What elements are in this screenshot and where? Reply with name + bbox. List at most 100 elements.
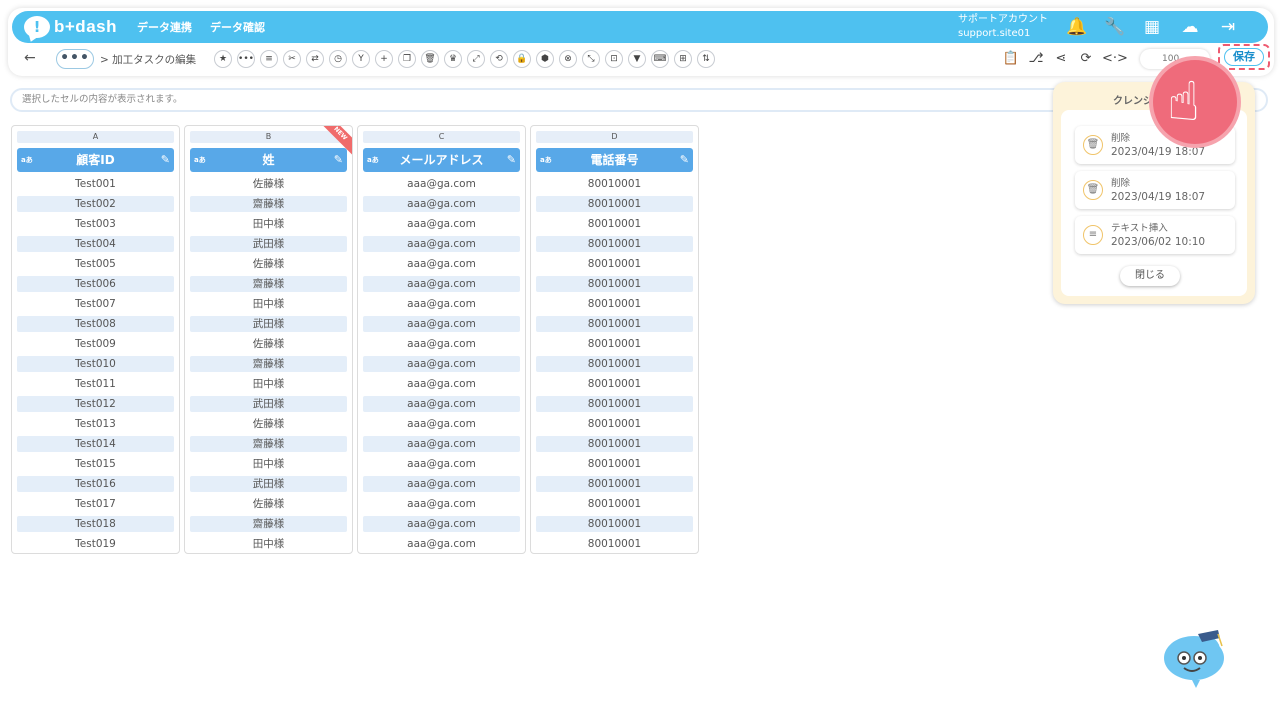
back-arrow-icon[interactable]: ← [24, 50, 36, 66]
tool-icon[interactable]: ⊡ [605, 50, 623, 68]
table-cell[interactable]: 齋藤様 [190, 436, 347, 452]
close-button[interactable]: 閉じる [1120, 266, 1180, 286]
table-cell[interactable]: 80010001 [536, 294, 693, 314]
edit-pencil-icon[interactable]: ✎ [161, 148, 170, 172]
table-cell[interactable]: 田中様 [190, 454, 347, 474]
table-cell[interactable]: Test011 [17, 374, 174, 394]
table-cell[interactable]: 80010001 [536, 254, 693, 274]
table-cell[interactable]: 80010001 [536, 454, 693, 474]
table-cell[interactable]: 80010001 [536, 356, 693, 372]
table-cell[interactable]: 80010001 [536, 436, 693, 452]
table-cell[interactable]: aaa@ga.com [363, 476, 520, 492]
tool-icon[interactable]: 🔒 [513, 50, 531, 68]
table-cell[interactable]: aaa@ga.com [363, 214, 520, 234]
tool-icon[interactable]: + [375, 50, 393, 68]
table-cell[interactable]: Test013 [17, 414, 174, 434]
table-cell[interactable]: aaa@ga.com [363, 454, 520, 474]
edit-pencil-icon[interactable]: ✎ [334, 148, 343, 172]
table-cell[interactable]: 80010001 [536, 276, 693, 292]
table-cell[interactable]: Test018 [17, 516, 174, 532]
table-cell[interactable]: aaa@ga.com [363, 414, 520, 434]
table-cell[interactable]: aaa@ga.com [363, 396, 520, 412]
table-cell[interactable]: Test004 [17, 236, 174, 252]
logout-icon[interactable]: ⇥ [1218, 17, 1238, 37]
table-cell[interactable]: Test002 [17, 196, 174, 212]
table-cell[interactable]: aaa@ga.com [363, 334, 520, 354]
chat-icon[interactable]: ☁ [1180, 17, 1200, 37]
column-header[interactable]: aあ 姓 ✎ [190, 148, 347, 172]
table-cell[interactable]: aaa@ga.com [363, 494, 520, 514]
tool-icon[interactable]: ⬢ [536, 50, 554, 68]
table-cell[interactable]: aaa@ga.com [363, 534, 520, 553]
wrench-icon[interactable]: 🔧 [1104, 17, 1125, 37]
table-cell[interactable]: 80010001 [536, 316, 693, 332]
tool-icon[interactable]: ⌨ [651, 50, 669, 68]
table-cell[interactable]: 佐藤様 [190, 494, 347, 514]
edit-pencil-icon[interactable]: ✎ [507, 148, 516, 172]
tool-icon[interactable]: ⊞ [674, 50, 692, 68]
table-cell[interactable]: aaa@ga.com [363, 294, 520, 314]
save-button[interactable]: 保存 [1224, 48, 1264, 66]
tool-icon[interactable]: ≡ [260, 50, 278, 68]
table-cell[interactable]: 武田様 [190, 396, 347, 412]
table-cell[interactable]: aaa@ga.com [363, 316, 520, 332]
table-cell[interactable]: 佐藤様 [190, 254, 347, 274]
account-info[interactable]: サポートアカウント support.site01 [958, 13, 1048, 41]
table-cell[interactable]: 田中様 [190, 374, 347, 394]
table-cell[interactable]: 80010001 [536, 214, 693, 234]
table-cell[interactable]: Test009 [17, 334, 174, 354]
table-cell[interactable]: Test008 [17, 316, 174, 332]
tool-icon[interactable]: ⤢ [467, 50, 485, 68]
column-header[interactable]: aあ 顧客ID ✎ [17, 148, 174, 172]
column-header[interactable]: aあ メールアドレス ✎ [363, 148, 520, 172]
table-cell[interactable]: 80010001 [536, 414, 693, 434]
table-cell[interactable]: Test003 [17, 214, 174, 234]
logo[interactable]: ! b+dash [24, 15, 117, 39]
table-cell[interactable]: aaa@ga.com [363, 236, 520, 252]
table-cell[interactable]: Test017 [17, 494, 174, 514]
table-cell[interactable]: 齋藤様 [190, 276, 347, 292]
table-cell[interactable]: Test012 [17, 396, 174, 412]
tool-icon[interactable]: 🗑 [421, 50, 439, 68]
table-cell[interactable]: Test016 [17, 476, 174, 492]
table-cell[interactable]: 80010001 [536, 174, 693, 194]
table-cell[interactable]: 80010001 [536, 396, 693, 412]
tool-icon[interactable]: Y [352, 50, 370, 68]
tool-icon[interactable]: ⟲ [490, 50, 508, 68]
tool-icon[interactable]: ✂ [283, 50, 301, 68]
tool-icon[interactable]: ⇄ [306, 50, 324, 68]
tool-icon[interactable]: ••• [237, 50, 255, 68]
table-cell[interactable]: 80010001 [536, 196, 693, 212]
table-cell[interactable]: Test019 [17, 534, 174, 553]
table-cell[interactable]: Test005 [17, 254, 174, 274]
table-cell[interactable]: 佐藤様 [190, 174, 347, 194]
tool-icon[interactable]: ▼ [628, 50, 646, 68]
edit-pencil-icon[interactable]: ✎ [680, 148, 689, 172]
tool-icon[interactable]: ◷ [329, 50, 347, 68]
column-header[interactable]: aあ 電話番号 ✎ [536, 148, 693, 172]
table-cell[interactable]: aaa@ga.com [363, 436, 520, 452]
table-cell[interactable]: 田中様 [190, 294, 347, 314]
table-cell[interactable]: 齋藤様 [190, 356, 347, 372]
history-item[interactable]: 🗑 削除 2023/04/19 18:07 [1075, 171, 1235, 209]
nav-data-link[interactable]: データ連携 [137, 19, 192, 35]
table-cell[interactable]: 佐藤様 [190, 334, 347, 354]
more-button[interactable]: ••• [56, 49, 94, 69]
nav-data-check[interactable]: データ確認 [210, 19, 265, 35]
table-cell[interactable]: 佐藤様 [190, 414, 347, 434]
table-cell[interactable]: 武田様 [190, 476, 347, 492]
table-cell[interactable]: 80010001 [536, 516, 693, 532]
table-cell[interactable]: 80010001 [536, 374, 693, 394]
table-cell[interactable]: Test014 [17, 436, 174, 452]
table-cell[interactable]: aaa@ga.com [363, 254, 520, 274]
table-cell[interactable]: aaa@ga.com [363, 174, 520, 194]
table-cell[interactable]: 80010001 [536, 236, 693, 252]
bell-icon[interactable]: 🔔 [1066, 17, 1087, 37]
table-cell[interactable]: aaa@ga.com [363, 374, 520, 394]
grid-icon[interactable]: ▦ [1142, 17, 1162, 37]
tool-icon[interactable]: ⇅ [697, 50, 715, 68]
table-cell[interactable]: 田中様 [190, 534, 347, 553]
tool-icon[interactable]: ⤡ [582, 50, 600, 68]
table-cell[interactable]: 80010001 [536, 476, 693, 492]
table-cell[interactable]: Test007 [17, 294, 174, 314]
